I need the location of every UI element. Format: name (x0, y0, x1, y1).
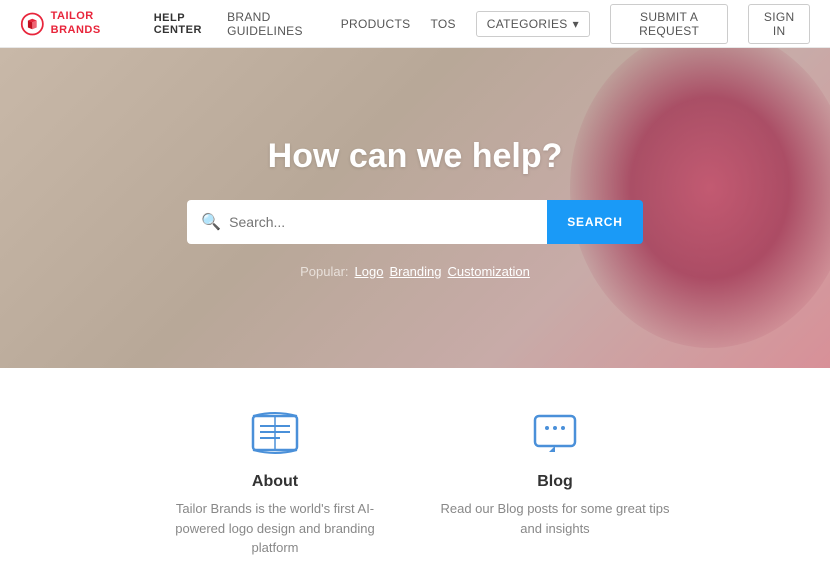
search-icon: 🔍 (201, 212, 221, 232)
header-nav: BRAND GUIDELINES PRODUCTS TOS CATEGORIES… (227, 4, 810, 44)
search-input-wrap: 🔍 (187, 200, 547, 244)
categories-button[interactable]: CATEGORIES ▾ (476, 11, 590, 37)
about-title: About (252, 473, 298, 491)
popular-link-branding[interactable]: Branding (389, 264, 441, 279)
logo-text: TAILOR BRANDS (51, 10, 136, 36)
hero-bg-blob (570, 48, 830, 348)
chevron-down-icon: ▾ (573, 17, 579, 31)
about-desc: Tailor Brands is the world's first AI-po… (155, 499, 395, 558)
cards-section: About Tailor Brands is the world's first… (0, 368, 830, 588)
search-input[interactable] (229, 214, 533, 230)
hero-section: How can we help? 🔍 SEARCH Popular: Logo … (0, 48, 830, 368)
card-about: About Tailor Brands is the world's first… (135, 398, 415, 568)
categories-label: CATEGORIES (487, 17, 568, 31)
header: TAILOR BRANDS HELP CENTER BRAND GUIDELIN… (0, 0, 830, 48)
help-center-label: HELP CENTER (154, 12, 227, 36)
card-blog: Blog Read our Blog posts for some great … (415, 398, 695, 568)
about-icon (245, 408, 305, 461)
blog-title: Blog (537, 473, 573, 491)
nav-products[interactable]: PRODUCTS (341, 17, 411, 31)
popular-row: Popular: Logo Branding Customization (300, 264, 530, 279)
submit-request-button[interactable]: SUBMIT A REQUEST (610, 4, 728, 44)
blog-icon (525, 408, 585, 461)
popular-link-customization[interactable]: Customization (448, 264, 530, 279)
search-button[interactable]: SEARCH (547, 200, 642, 244)
header-left: TAILOR BRANDS HELP CENTER (20, 10, 227, 38)
nav-tos[interactable]: TOS (430, 17, 455, 31)
nav-brand-guidelines[interactable]: BRAND GUIDELINES (227, 10, 321, 38)
blog-desc: Read our Blog posts for some great tips … (435, 499, 675, 538)
popular-label: Popular: (300, 264, 348, 279)
logo-icon (20, 10, 45, 38)
logo[interactable]: TAILOR BRANDS (20, 10, 136, 38)
sign-in-button[interactable]: SIGN IN (748, 4, 810, 44)
popular-link-logo[interactable]: Logo (355, 264, 384, 279)
search-bar: 🔍 SEARCH (187, 200, 642, 244)
hero-title: How can we help? (268, 137, 563, 176)
